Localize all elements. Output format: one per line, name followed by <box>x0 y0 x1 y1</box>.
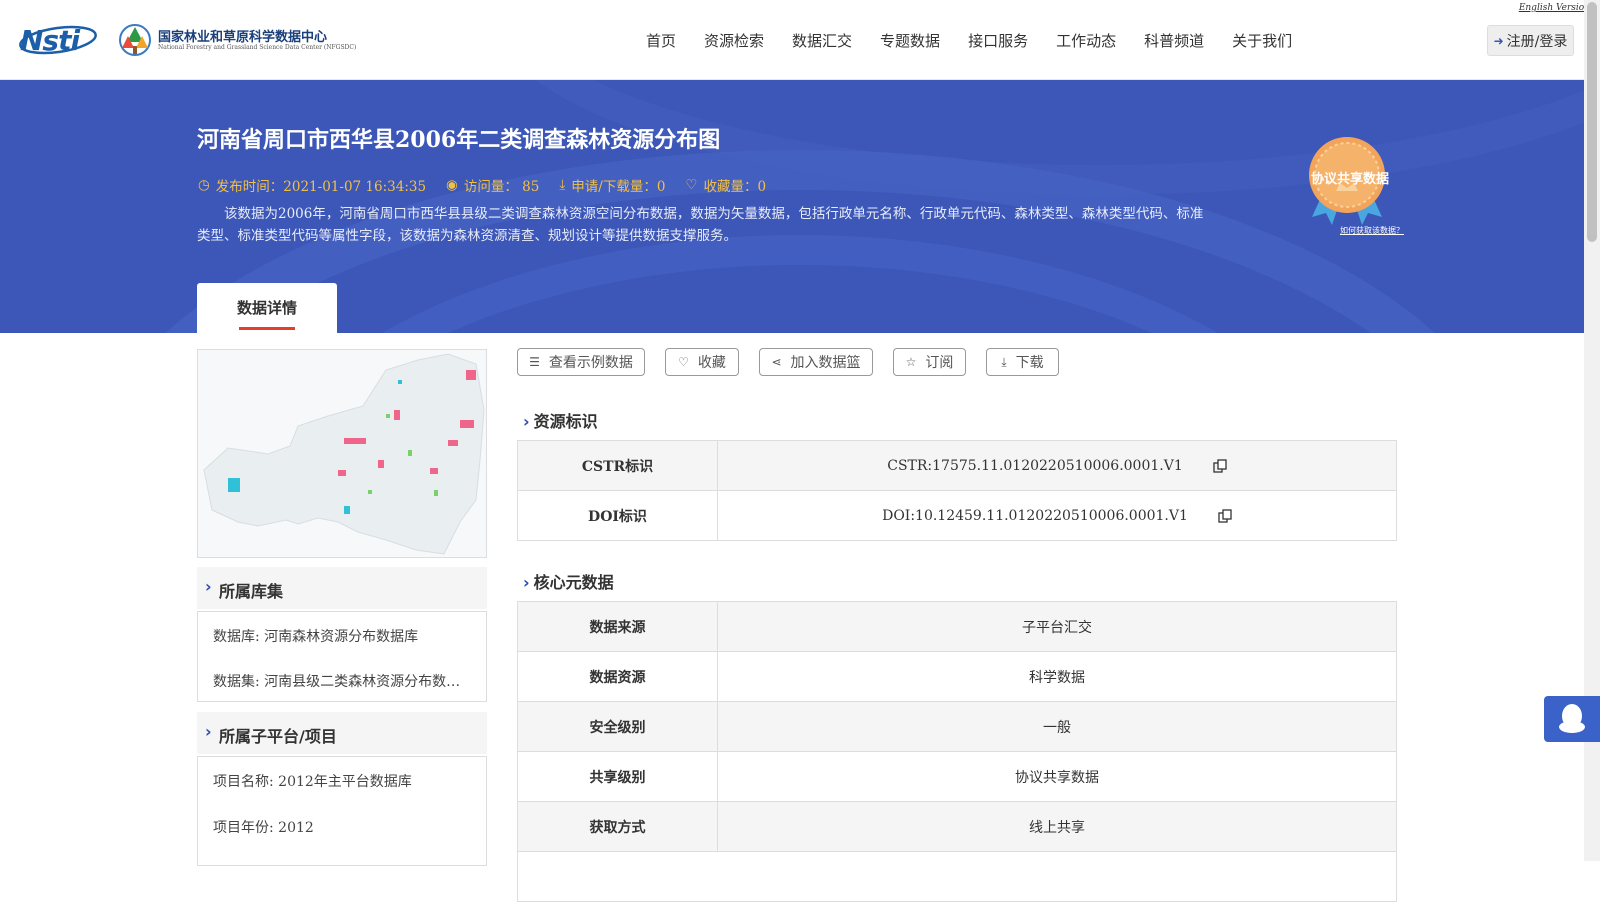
forest-map-thumbnail <box>203 353 485 555</box>
chevron-right-icon: › <box>523 573 530 592</box>
table-row: 获取方式 线上共享 <box>518 802 1396 852</box>
download-icon: ⤓ <box>559 177 566 193</box>
meta-value: 子平台汇交 <box>1022 619 1092 636</box>
table-row: 数据资源 科学数据 <box>518 652 1396 702</box>
nav-science-channel[interactable]: 科普频道 <box>1144 30 1204 52</box>
cstr-value: CSTR:17575.11.0120220510006.0001.V1 <box>887 457 1183 474</box>
download-icon: ⤓ <box>1001 354 1007 369</box>
dataset-title: 河南省周口市西华县2006年二类调查森林资源分布图 <box>197 127 721 153</box>
clock-icon: ◷ <box>198 177 210 193</box>
platform-box: 项目名称: 2012年主平台数据库 项目年份: 2012 <box>197 756 487 866</box>
table-row: CSTR标识 CSTR:17575.11.0120220510006.0001.… <box>518 441 1396 491</box>
nfgsdc-name-en: National Forestry and Grassland Science … <box>158 44 357 51</box>
dataset-meta: ◷ 发布时间：2021-01-07 16:34:35 ◉ 访问量： 85 ⤓ 申… <box>198 175 786 195</box>
meta-value: 科学数据 <box>1029 669 1085 686</box>
qq-penguin-icon <box>1559 704 1585 733</box>
nsti-logo[interactable]: Nsti <box>18 22 98 57</box>
nav-about-us[interactable]: 关于我们 <box>1232 30 1292 52</box>
doi-value-cell: DOI:10.12459.11.0120220510006.0001.V1 <box>718 491 1396 540</box>
tab-data-details[interactable]: 数据详情 <box>197 283 337 333</box>
copy-icon[interactable] <box>1218 508 1232 523</box>
cstr-value-cell: CSTR:17575.11.0120220510006.0001.V1 <box>718 441 1396 490</box>
sign-in-icon: ➜ <box>1493 33 1504 48</box>
library-box: 数据库: 河南森林资源分布数据库 数据集: 河南县级二类森林资源分布数据集 <box>197 611 487 702</box>
core-metadata-table: 数据来源 子平台汇交 数据资源 科学数据 安全级别 一般 共享级别 协议共享数据… <box>517 601 1397 902</box>
scrollbar-thumb[interactable] <box>1587 2 1597 242</box>
database-icon: ☰ <box>529 355 540 369</box>
library-database[interactable]: 数据库: 河南森林资源分布数据库 <box>213 626 463 646</box>
publish-time: ◷ 发布时间：2021-01-07 16:34:35 <box>198 177 427 195</box>
meta-key: 获取方式 <box>518 802 718 851</box>
main-nav: 首页 资源检索 数据汇交 专题数据 接口服务 工作动态 科普频道 关于我们 <box>646 30 1292 52</box>
visit-count: ◉ 访问量： 85 <box>446 177 540 195</box>
doi-key: DOI标识 <box>518 491 718 540</box>
nav-api-service[interactable]: 接口服务 <box>968 30 1028 52</box>
library-dataset[interactable]: 数据集: 河南县级二类森林资源分布数据集 <box>213 671 463 691</box>
table-row <box>518 852 1396 902</box>
dataset-banner: 河南省周口市西华县2006年二类调查森林资源分布图 ◷ 发布时间：2021-01… <box>0 80 1584 333</box>
chevron-right-icon: › <box>205 577 212 596</box>
table-row: 共享级别 协议共享数据 <box>518 752 1396 802</box>
meta-key: 数据来源 <box>518 602 718 651</box>
favorite-button[interactable]: ♡ 收藏 <box>665 348 739 376</box>
favorite-count: ♡ 收藏量：0 <box>685 177 767 195</box>
english-version-link[interactable]: English Version <box>1519 3 1590 13</box>
dataset-description: 该数据为2006年，河南省周口市西华县县级二类调查森林资源空间分布数据，数据为矢… <box>197 206 1204 244</box>
site-header: Nsti 国家林业和草原科学数据中心 National Forestry and… <box>0 0 1600 80</box>
heart-icon: ♡ <box>678 355 689 369</box>
share-icon: ⋖ <box>771 355 782 369</box>
resource-id-header: › 资源标识 <box>523 412 598 431</box>
cstr-key: CSTR标识 <box>518 441 718 490</box>
nav-data-submission[interactable]: 数据汇交 <box>792 30 852 52</box>
meta-value: 一般 <box>1043 719 1071 736</box>
tab-active-indicator <box>239 327 295 330</box>
download-count: ⤓ 申请/下载量：0 <box>559 177 666 195</box>
how-to-get-data-link[interactable]: 如何获取该数据？ <box>1340 225 1404 236</box>
meta-key: 数据资源 <box>518 652 718 701</box>
view-sample-data-button[interactable]: ☰ 查看示例数据 <box>517 348 645 376</box>
meta-key: 共享级别 <box>518 752 718 801</box>
copy-icon[interactable] <box>1213 458 1227 473</box>
meta-key: 安全级别 <box>518 702 718 751</box>
badge-label: 协议共享数据 <box>1310 172 1389 187</box>
chevron-right-icon: › <box>205 722 212 741</box>
nav-home[interactable]: 首页 <box>646 30 676 52</box>
nav-topic-data[interactable]: 专题数据 <box>880 30 940 52</box>
star-icon: ☆ <box>905 355 917 369</box>
platform-section-header: › 所属子平台/项目 <box>197 712 487 754</box>
login-button[interactable]: ➜ 注册/登录 <box>1487 25 1574 56</box>
nfgsdc-logo[interactable]: 国家林业和草原科学数据中心 National Forestry and Gras… <box>118 22 356 58</box>
nfgsdc-emblem-icon <box>119 24 151 56</box>
download-button[interactable]: ⤓ 下载 <box>986 348 1059 376</box>
project-year: 项目年份: 2012 <box>213 820 314 836</box>
eye-icon: ◉ <box>446 177 458 193</box>
add-to-basket-button[interactable]: ⋖ 加入数据篮 <box>759 348 873 376</box>
table-row: 安全级别 一般 <box>518 702 1396 752</box>
heart-icon: ♡ <box>685 177 698 193</box>
project-name: 项目名称: 2012年主平台数据库 <box>213 774 412 790</box>
meta-value: 线上共享 <box>1029 819 1085 836</box>
meta-value: 协议共享数据 <box>1015 769 1099 786</box>
doi-value: DOI:10.12459.11.0120220510006.0001.V1 <box>882 507 1188 524</box>
resource-id-table: CSTR标识 CSTR:17575.11.0120220510006.0001.… <box>517 440 1397 541</box>
nav-work-news[interactable]: 工作动态 <box>1056 30 1116 52</box>
library-section-header: › 所属库集 <box>197 567 487 609</box>
subscribe-button[interactable]: ☆ 订阅 <box>893 348 966 376</box>
chevron-right-icon: › <box>523 412 530 431</box>
nfgsdc-name-cn: 国家林业和草原科学数据中心 <box>158 30 328 45</box>
nav-resource-search[interactable]: 资源检索 <box>704 30 764 52</box>
core-metadata-header: › 核心元数据 <box>523 573 614 592</box>
dataset-thumbnail[interactable] <box>197 349 487 558</box>
login-label: 注册/登录 <box>1506 33 1568 50</box>
table-row: 数据来源 子平台汇交 <box>518 602 1396 652</box>
qq-contact-button[interactable] <box>1544 696 1600 742</box>
table-row: DOI标识 DOI:10.12459.11.0120220510006.0001… <box>518 491 1396 541</box>
